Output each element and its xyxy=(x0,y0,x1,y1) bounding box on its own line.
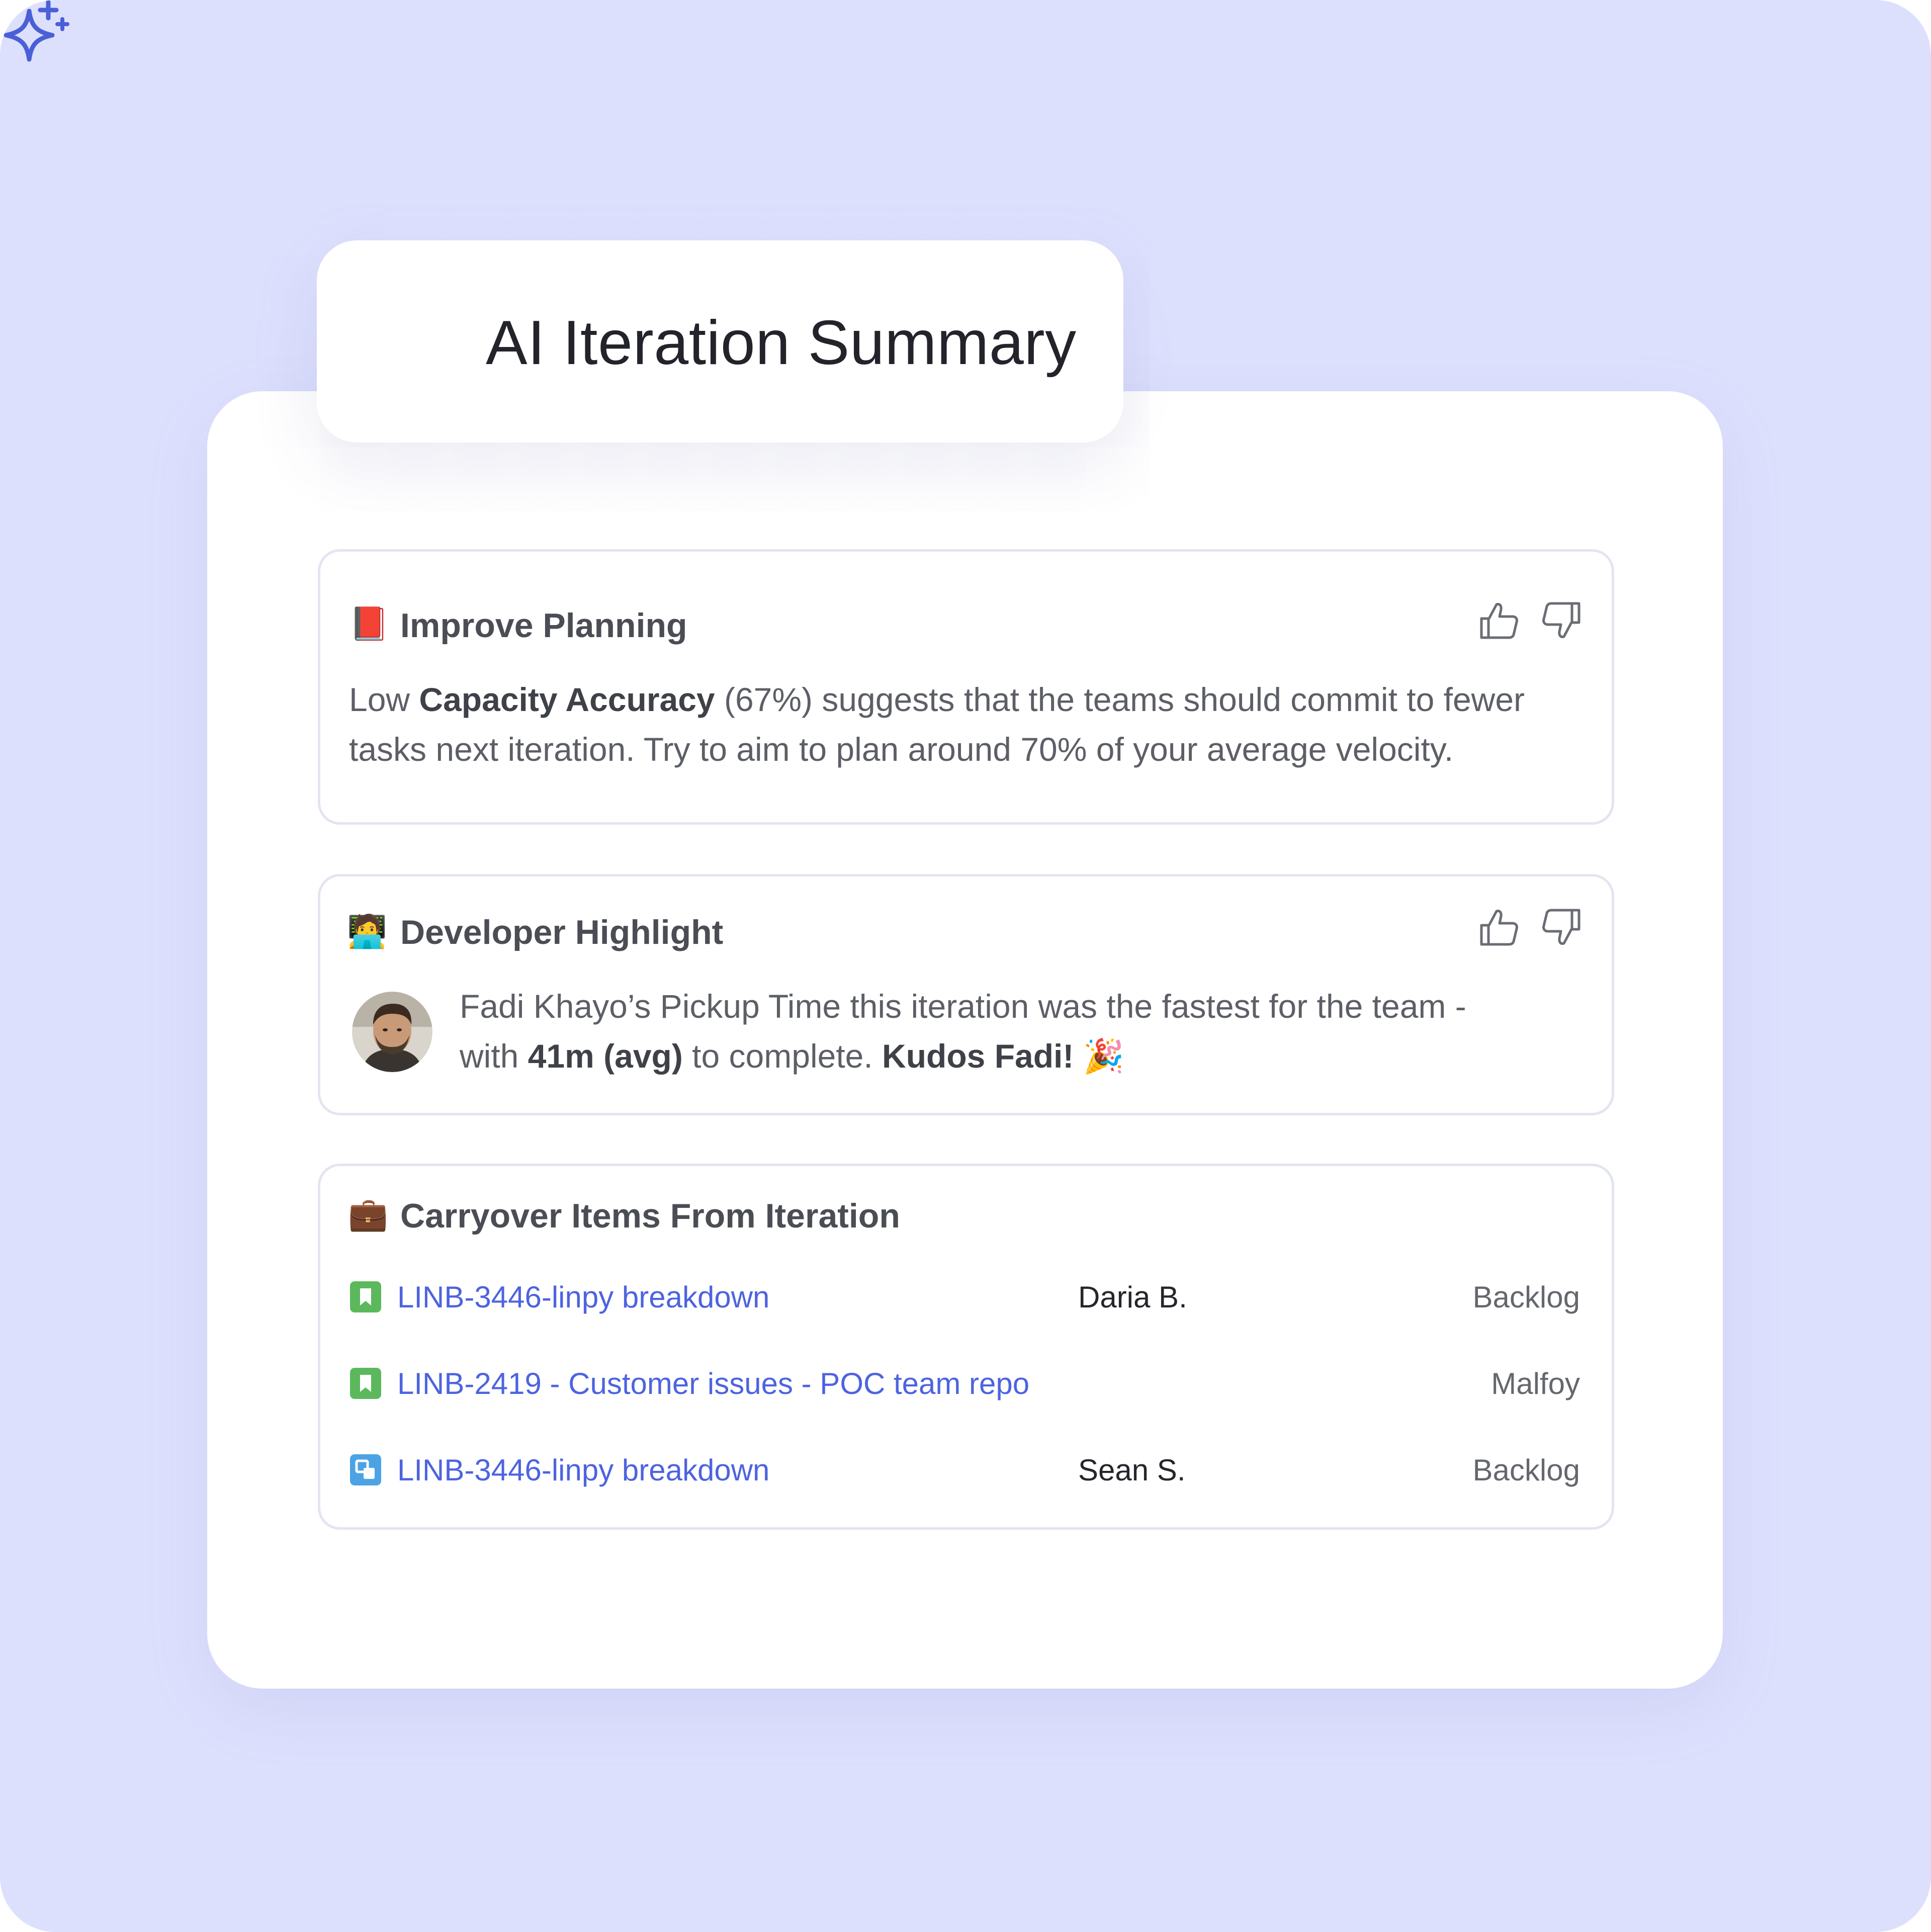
carryover-item-assignee: Sean S. xyxy=(1078,1453,1186,1487)
carryover-item-status: Malfoy xyxy=(1491,1367,1580,1400)
technologist-icon: 🧑‍💻 xyxy=(347,913,387,950)
planning-text-line-2: tasks next iteration. Try to aim to plan… xyxy=(349,731,1454,768)
book-icon: 📕 xyxy=(349,605,389,643)
story-icon xyxy=(350,1368,381,1399)
developer-text-line-2: with 41m (avg) to complete. Kudos Fadi! … xyxy=(460,1037,1124,1075)
carryover-item-assignee: Daria B. xyxy=(1078,1280,1187,1314)
briefcase-icon: 💼 xyxy=(348,1196,388,1233)
developer-text-line-1: Fadi Khayo’s Pickup Time this iteration … xyxy=(460,988,1466,1025)
panel-title-developer: Developer Highlight xyxy=(400,913,724,951)
planning-text-line-1: Low Capacity Accuracy (67%) suggests tha… xyxy=(349,681,1525,718)
carryover-item-status: Backlog xyxy=(1472,1453,1580,1487)
thumbs-down-icon[interactable] xyxy=(1541,599,1583,642)
carryover-item-link[interactable]: LINB-3446-linpy breakdown xyxy=(397,1279,769,1315)
sparkle-icon xyxy=(4,0,69,62)
thumbs-up-icon[interactable] xyxy=(1477,599,1520,642)
party-popper-icon: 🎉 xyxy=(1074,1037,1124,1075)
panel-title-planning: Improve Planning xyxy=(400,606,687,645)
page-title: AI Iteration Summary xyxy=(486,308,1077,378)
thumbs-up-icon[interactable] xyxy=(1477,906,1520,948)
thumbs-down-icon[interactable] xyxy=(1541,906,1583,948)
background: AI Iteration Summary 📕 Improve Planning … xyxy=(0,0,1931,1932)
carryover-item-link[interactable]: LINB-2419 - Customer issues - POC team r… xyxy=(397,1366,1029,1402)
subtask-icon xyxy=(350,1454,381,1485)
carryover-item-status: Backlog xyxy=(1472,1280,1580,1314)
panel-title-carryover: Carryover Items From Iteration xyxy=(400,1197,900,1235)
carryover-item-link[interactable]: LINB-3446-linpy breakdown xyxy=(397,1452,769,1488)
avatar xyxy=(352,992,432,1072)
story-icon xyxy=(350,1281,381,1312)
